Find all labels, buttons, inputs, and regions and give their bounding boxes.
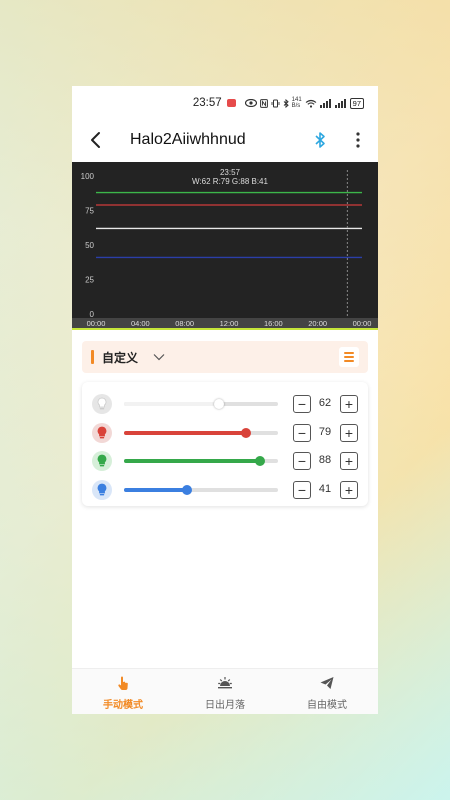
signal-icon-2 bbox=[334, 98, 346, 108]
paper-plane-icon bbox=[320, 677, 334, 689]
slider-fill bbox=[124, 488, 188, 492]
bluetooth-icon[interactable] bbox=[312, 130, 328, 150]
x-tick-label: 12:00 bbox=[220, 319, 239, 328]
network-speed: 141 B/s bbox=[291, 97, 302, 109]
increase-button[interactable]: + bbox=[340, 481, 358, 499]
slider-fill bbox=[124, 431, 246, 435]
wifi-icon bbox=[305, 99, 316, 108]
sunrise-icon bbox=[218, 677, 232, 689]
status-bar: 23:57 141 B/s 97 bbox=[72, 86, 378, 120]
battery-indicator: 97 bbox=[349, 97, 364, 109]
bluetooth-status-icon bbox=[283, 98, 289, 108]
y-tick-label: 0 bbox=[90, 310, 95, 319]
back-arrow-icon[interactable] bbox=[86, 128, 106, 152]
decrease-button[interactable]: − bbox=[293, 395, 311, 413]
light-bulb-icon bbox=[92, 423, 112, 443]
x-tick-label: 00:00 bbox=[87, 319, 106, 328]
chart-header-time: 23:57 bbox=[220, 168, 241, 177]
list-menu-icon[interactable] bbox=[339, 347, 359, 367]
slider-fill bbox=[124, 402, 220, 406]
x-tick-label: 04:00 bbox=[131, 319, 150, 328]
x-tick-label: 08:00 bbox=[175, 319, 194, 328]
mode-accent-bar bbox=[91, 350, 94, 364]
slider-fill bbox=[124, 459, 260, 463]
signal-icon bbox=[319, 98, 331, 108]
y-tick-label: 100 bbox=[81, 172, 95, 181]
more-vertical-icon[interactable] bbox=[350, 130, 366, 150]
channel-slider[interactable] bbox=[124, 399, 278, 409]
decrease-button[interactable]: − bbox=[293, 452, 311, 470]
mode-selector[interactable]: 自定义 bbox=[82, 341, 368, 373]
increase-button[interactable]: + bbox=[340, 424, 358, 442]
channel-slider[interactable] bbox=[124, 428, 278, 438]
channel-slider[interactable] bbox=[124, 485, 278, 495]
channel-value: 79 bbox=[318, 426, 332, 438]
app-window: 23:57 141 B/s 97 Halo2Aiiwhhnud 100 75 50 2… bbox=[72, 86, 378, 714]
y-tick-label: 50 bbox=[85, 241, 94, 250]
y-tick-label: 25 bbox=[85, 276, 94, 285]
channel-slider[interactable] bbox=[124, 456, 278, 466]
tab-free-mode[interactable]: 自由模式 bbox=[276, 669, 378, 714]
mode-label: 自定义 bbox=[102, 351, 139, 365]
chart-canvas: 100 75 50 25 0 23:57 W:62 R:79 G:88 B:41 00:… bbox=[72, 168, 378, 330]
hand-pointer-icon bbox=[118, 676, 128, 690]
tab-free-mode-label: 自由模式 bbox=[307, 700, 347, 711]
chevron-down-icon[interactable] bbox=[152, 350, 166, 364]
channel-value: 62 bbox=[318, 397, 332, 409]
channel-row-3: −41 + bbox=[82, 478, 368, 502]
slider-thumb[interactable] bbox=[214, 399, 225, 409]
y-tick-label: 75 bbox=[85, 207, 94, 216]
timeline-highlight bbox=[72, 328, 378, 330]
channel-row-1: −79 + bbox=[82, 421, 368, 445]
light-bulb-icon bbox=[92, 480, 112, 500]
status-time: 23:57 bbox=[192, 97, 222, 109]
chart-header-values: W:62 R:79 G:88 B:41 bbox=[192, 177, 268, 186]
tab-manual-mode-label: 手动模式 bbox=[103, 700, 143, 711]
slider-thumb[interactable] bbox=[182, 485, 193, 495]
slider-thumb[interactable] bbox=[254, 456, 265, 466]
channel-value: 88 bbox=[318, 454, 332, 466]
bottom-navigation: 手动模式 日出月落 自由模式 bbox=[72, 668, 378, 714]
app-bar: Halo2Aiiwhhnud bbox=[72, 120, 378, 162]
nfc-icon bbox=[259, 98, 268, 108]
decrease-button[interactable]: − bbox=[293, 481, 311, 499]
x-tick-label: 20:00 bbox=[308, 319, 327, 328]
x-tick-label: 16:00 bbox=[264, 319, 283, 328]
decrease-button[interactable]: − bbox=[293, 424, 311, 442]
increase-button[interactable]: + bbox=[340, 395, 358, 413]
vibrate-icon bbox=[271, 99, 280, 107]
light-schedule-chart[interactable]: 100 75 50 25 0 23:57 W:62 R:79 G:88 B:41 00:… bbox=[72, 162, 378, 330]
eye-icon bbox=[244, 99, 257, 107]
x-tick-label: 00:00 bbox=[353, 319, 372, 328]
increase-button[interactable]: + bbox=[340, 452, 358, 470]
tab-sunrise-moonset[interactable]: 日出月落 bbox=[174, 669, 276, 714]
tab-sunrise-moonset-label: 日出月落 bbox=[205, 700, 245, 711]
channel-row-0: −62 + bbox=[82, 392, 368, 416]
light-bulb-icon bbox=[92, 451, 112, 471]
channel-row-2: −88 + bbox=[82, 449, 368, 473]
channel-value: 41 bbox=[318, 483, 332, 495]
light-bulb-icon bbox=[92, 394, 112, 414]
tab-manual-mode[interactable]: 手动模式 bbox=[72, 669, 174, 714]
channel-sliders-card: −62 + −79 + −88 + −41 + bbox=[82, 382, 368, 506]
slider-thumb[interactable] bbox=[240, 428, 251, 438]
device-title: Halo2Aiiwhhnud bbox=[130, 131, 246, 148]
notification-badge-icon bbox=[226, 99, 236, 107]
